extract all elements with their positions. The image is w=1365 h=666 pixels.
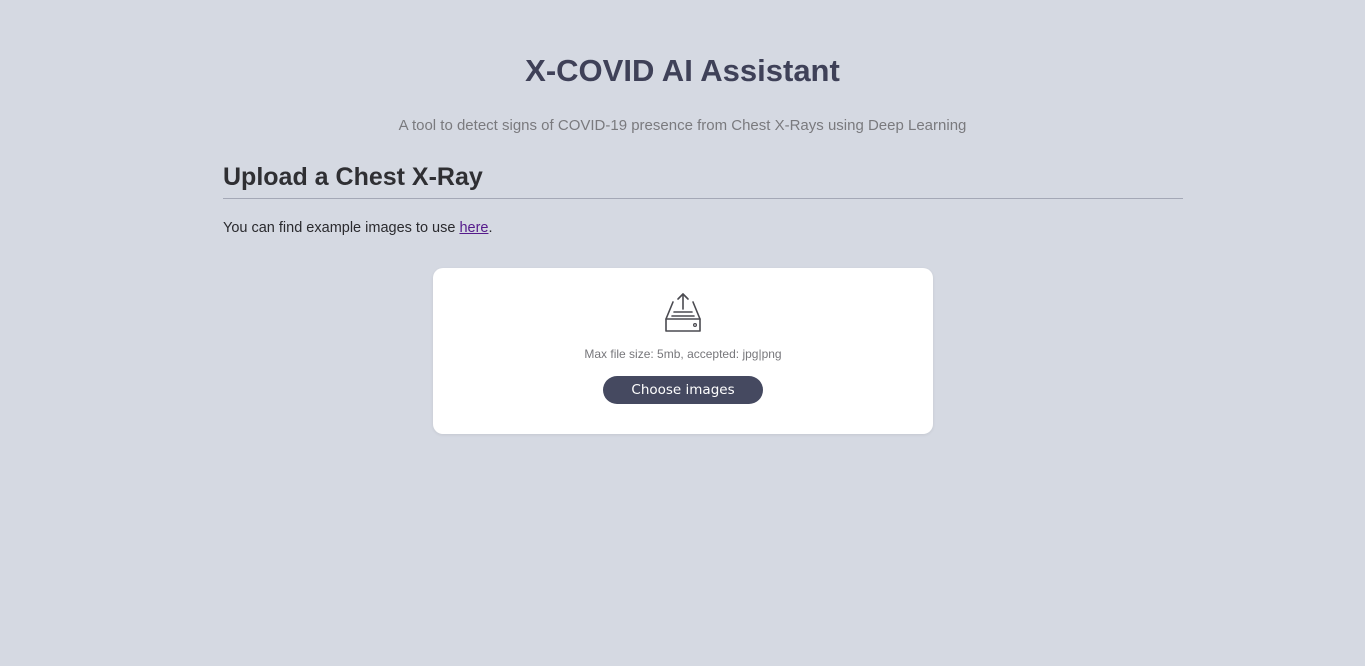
upload-hint: Max file size: 5mb, accepted: jpg|png <box>584 347 782 361</box>
page-title: X-COVID AI Assistant <box>525 52 840 88</box>
example-images-suffix: . <box>488 220 493 236</box>
upload-card[interactable]: Max file size: 5mb, accepted: jpg|png Ch… <box>433 268 933 434</box>
upload-section: Upload a Chest X-Ray You can find exampl… <box>223 160 1183 238</box>
upload-tray-icon <box>664 292 702 334</box>
page-subtitle: A tool to detect signs of COVID-19 prese… <box>398 117 967 134</box>
example-images-text: You can find example images to use here. <box>223 218 1183 238</box>
choose-images-button[interactable]: Choose images <box>603 376 763 404</box>
example-images-link[interactable]: here <box>459 220 488 236</box>
example-images-intro: You can find example images to use <box>223 220 460 236</box>
section-title: Upload a Chest X-Ray <box>223 160 1183 199</box>
